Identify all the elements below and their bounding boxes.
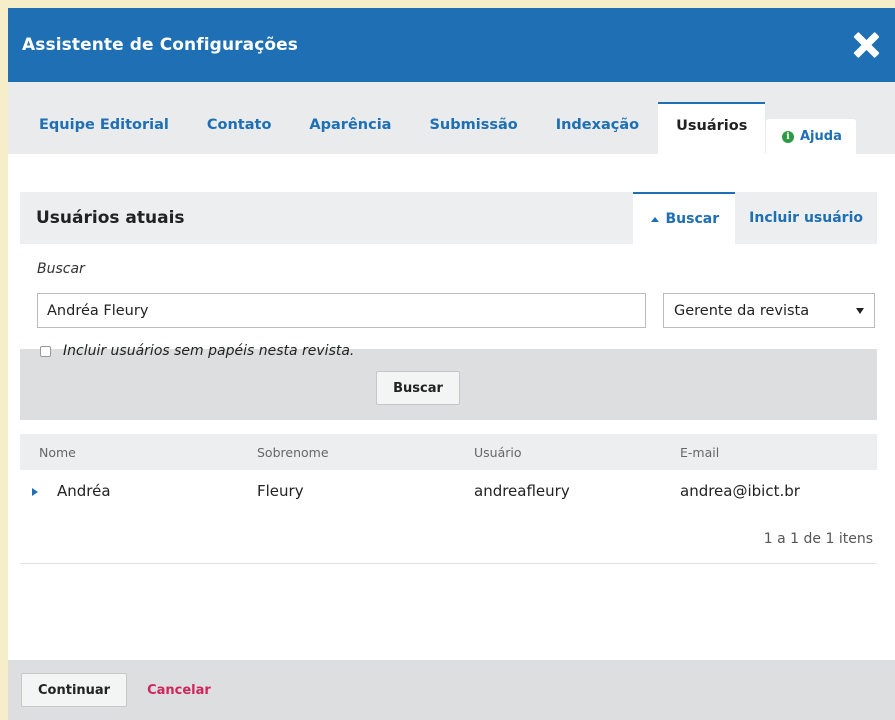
column-header-sobrenome[interactable]: Sobrenome bbox=[257, 445, 329, 460]
users-panel-header: Usuários atuais Buscar Incluir usuário bbox=[20, 192, 877, 244]
help-tab[interactable]: i Ajuda bbox=[766, 119, 856, 154]
search-toggle-label: Buscar bbox=[665, 211, 720, 227]
close-icon[interactable] bbox=[853, 32, 879, 58]
modal-titlebar: Assistente de Configurações bbox=[8, 8, 895, 82]
continue-button[interactable]: Continuar bbox=[21, 673, 128, 707]
pagination-summary: 1 a 1 de 1 itens bbox=[20, 514, 877, 564]
column-header-usuario[interactable]: Usuário bbox=[474, 445, 522, 460]
caret-up-icon bbox=[650, 216, 659, 222]
pagination-text: 1 a 1 de 1 itens bbox=[763, 530, 873, 547]
tab-aparencia[interactable]: Aparência bbox=[290, 102, 410, 154]
tab-equipe-editorial[interactable]: Equipe Editorial bbox=[20, 102, 188, 154]
role-select[interactable]: Gerente da revista bbox=[663, 293, 875, 328]
panel-heading: Usuários atuais bbox=[36, 208, 185, 228]
help-label: Ajuda bbox=[800, 129, 842, 144]
add-user-link[interactable]: Incluir usuário bbox=[735, 192, 877, 244]
search-button[interactable]: Buscar bbox=[376, 371, 460, 405]
search-label: Buscar bbox=[37, 261, 85, 277]
cancel-link[interactable]: Cancelar bbox=[147, 683, 211, 698]
column-header-email[interactable]: E-mail bbox=[680, 445, 719, 460]
settings-wizard-modal: Assistente de Configurações Equipe Edito… bbox=[8, 8, 895, 720]
tab-contato[interactable]: Contato bbox=[188, 102, 291, 154]
search-toggle[interactable]: Buscar bbox=[632, 192, 736, 244]
role-select-value: Gerente da revista bbox=[674, 302, 810, 319]
column-header-nome[interactable]: Nome bbox=[39, 445, 76, 460]
table-row[interactable]: Andréa Fleury andreafleury andrea@ibict.… bbox=[20, 470, 877, 514]
include-no-role-option[interactable]: Incluir usuários sem papéis nesta revist… bbox=[40, 343, 354, 359]
tab-submissao[interactable]: Submissão bbox=[410, 102, 536, 154]
tab-usuarios[interactable]: Usuários bbox=[658, 102, 766, 154]
users-table: Nome Sobrenome Usuário E-mail Andréa Fle… bbox=[20, 434, 877, 564]
info-icon: i bbox=[782, 130, 794, 143]
table-header: Nome Sobrenome Usuário E-mail bbox=[20, 434, 877, 470]
search-form: Buscar Gerente da revista Incluir usuári… bbox=[20, 244, 877, 420]
tab-bar: Equipe Editorial Contato Aparência Submi… bbox=[8, 82, 895, 154]
cell-last-name: Fleury bbox=[257, 482, 304, 500]
users-panel: Usuários atuais Buscar Incluir usuário B… bbox=[20, 192, 877, 420]
tab-indexacao[interactable]: Indexação bbox=[537, 102, 658, 154]
cell-username: andreafleury bbox=[474, 482, 570, 500]
expand-row-icon[interactable] bbox=[32, 488, 38, 496]
include-no-role-checkbox[interactable] bbox=[40, 345, 51, 357]
modal-title: Assistente de Configurações bbox=[22, 35, 299, 55]
cell-first-name: Andréa bbox=[57, 482, 111, 500]
panel-actions: Buscar Incluir usuário bbox=[632, 192, 877, 244]
modal-footer: Continuar Cancelar bbox=[8, 660, 895, 720]
search-input[interactable] bbox=[37, 293, 646, 328]
cell-email: andrea@ibict.br bbox=[680, 482, 800, 500]
chevron-down-icon bbox=[856, 307, 864, 314]
include-no-role-label: Incluir usuários sem papéis nesta revist… bbox=[63, 343, 355, 359]
